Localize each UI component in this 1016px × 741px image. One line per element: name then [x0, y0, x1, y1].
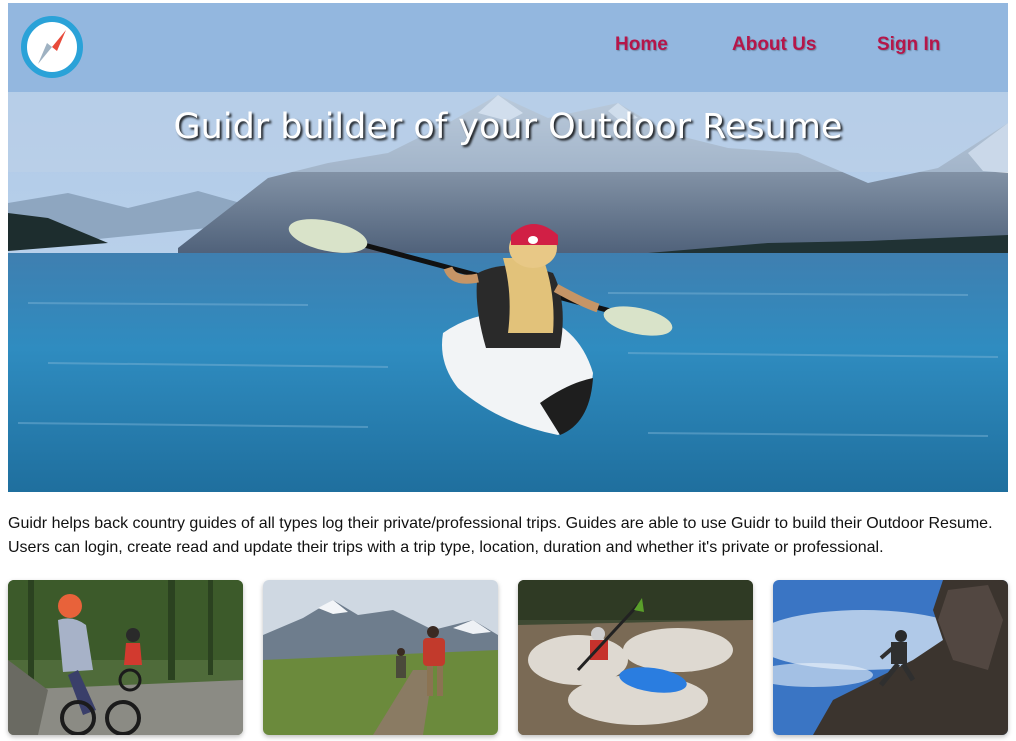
- intro-description: Guidr helps back country guides of all t…: [8, 515, 993, 556]
- hero-title: Guidr builder of your Outdoor Resume: [173, 107, 843, 147]
- compass-icon[interactable]: [20, 15, 84, 79]
- nav-home-link[interactable]: Home: [615, 34, 668, 56]
- hiking-image: [263, 580, 498, 735]
- nav-about-us-link[interactable]: About Us: [732, 34, 816, 56]
- card-rock-climbing[interactable]: [773, 580, 1008, 735]
- navbar: Home About Us Sign In: [8, 3, 1008, 92]
- card-hiking[interactable]: [263, 580, 498, 735]
- mountain-biking-image: [8, 580, 243, 735]
- whitewater-kayaking-image: [518, 580, 753, 735]
- hero-banner: Home About Us Sign In Guidr builder of y…: [8, 3, 1008, 492]
- nav-sign-in-link[interactable]: Sign In: [877, 34, 940, 56]
- card-mountain-biking[interactable]: [8, 580, 243, 735]
- rock-climbing-image: [773, 580, 1008, 735]
- card-whitewater-kayaking[interactable]: [518, 580, 753, 735]
